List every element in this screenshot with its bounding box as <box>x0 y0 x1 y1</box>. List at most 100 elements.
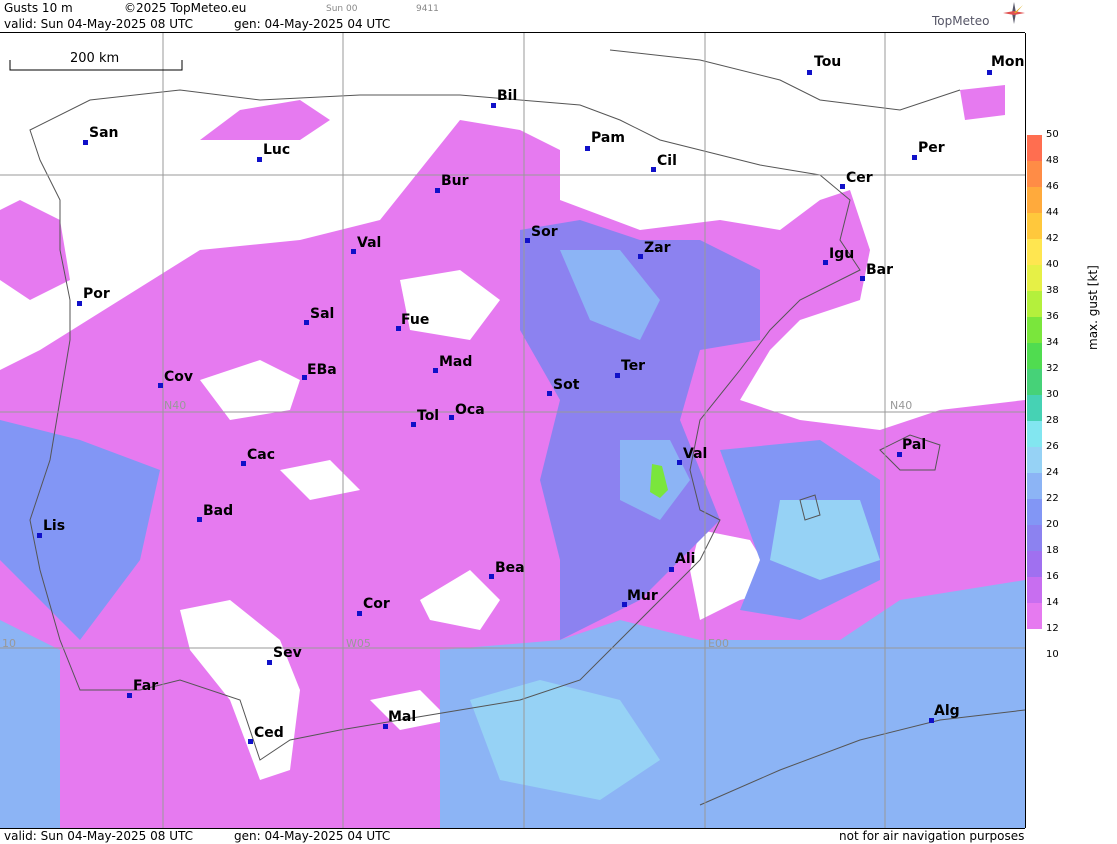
city-marker <box>241 461 246 466</box>
run-code: 9411 <box>416 4 439 14</box>
city-label: Mad <box>439 354 473 370</box>
city-marker <box>158 383 163 388</box>
city-marker <box>638 254 643 259</box>
city-marker <box>525 238 530 243</box>
city-marker <box>669 567 674 572</box>
footer-valid-time: valid: Sun 04-May-2025 08 UTC <box>4 829 193 843</box>
legend-swatch <box>1027 265 1042 291</box>
city-marker <box>651 167 656 172</box>
legend-swatch <box>1027 161 1042 187</box>
city-marker <box>83 140 88 145</box>
grid-label-e00: E00 <box>708 637 729 650</box>
footer-generation-time: gen: 04-May-2025 04 UTC <box>234 829 391 843</box>
city-marker <box>77 301 82 306</box>
legend-tick: 32 <box>1046 363 1059 374</box>
legend-tick: 30 <box>1046 389 1059 400</box>
city-label: Sev <box>273 645 302 661</box>
city-marker <box>807 70 812 75</box>
city-marker <box>840 184 845 189</box>
city-marker <box>489 574 494 579</box>
city-label: Cer <box>846 170 873 186</box>
legend-tick: 14 <box>1046 597 1059 608</box>
city-label: San <box>89 125 119 141</box>
city-marker <box>357 611 362 616</box>
city-marker <box>547 391 552 396</box>
legend-tick: 42 <box>1046 233 1059 244</box>
city-label: Val <box>683 446 708 462</box>
legend-tick: 44 <box>1046 207 1059 218</box>
map-header: Gusts 10 m ©2025 TopMeteo.eu Sun 00 9411… <box>0 0 1025 33</box>
legend-tick: 38 <box>1046 285 1059 296</box>
city-marker <box>860 276 865 281</box>
city-label: Cac <box>247 447 276 463</box>
legend-swatch <box>1027 239 1042 265</box>
grid-label-n40-right: N40 <box>890 399 913 412</box>
city-label: Por <box>83 286 110 302</box>
city-marker <box>433 368 438 373</box>
city-marker <box>127 693 132 698</box>
copyright: ©2025 TopMeteo.eu <box>124 1 247 15</box>
city-label: Zar <box>644 240 671 256</box>
legend-swatch <box>1027 577 1042 603</box>
gust-map: 200 km N40 N40 W05 E00 10 Bil Tou Mon Sa… <box>0 33 1026 828</box>
city-label: Oca <box>455 402 485 418</box>
city-label: Pam <box>591 130 625 146</box>
city-label: Luc <box>263 142 291 158</box>
city-label: Alg <box>934 703 960 719</box>
city-label: Igu <box>829 246 855 262</box>
city-label: Bur <box>441 173 469 189</box>
city-label: Tou <box>814 54 842 70</box>
legend-swatch <box>1027 187 1042 213</box>
city-label: Per <box>918 140 945 156</box>
legend-tick: 18 <box>1046 545 1059 556</box>
city-marker <box>677 460 682 465</box>
generation-time: gen: 04-May-2025 04 UTC <box>234 17 391 31</box>
legend-swatch <box>1027 603 1042 629</box>
city-label: Bad <box>203 503 234 519</box>
legend-swatch <box>1027 395 1042 421</box>
city-label: Ter <box>621 358 646 374</box>
grid-label-w05: W05 <box>346 637 371 650</box>
city-marker <box>351 249 356 254</box>
city-label: Far <box>133 678 159 694</box>
city-marker <box>987 70 992 75</box>
city-marker <box>248 739 253 744</box>
city-label: EBa <box>307 362 337 378</box>
city-label: Mon <box>991 54 1025 70</box>
city-label: Cov <box>164 369 194 385</box>
city-marker <box>37 533 42 538</box>
city-marker <box>197 517 202 522</box>
city-marker <box>411 422 416 427</box>
legend-swatch <box>1027 473 1042 499</box>
city-label: Ali <box>675 551 696 567</box>
city-marker <box>257 157 262 162</box>
city-label: Pal <box>902 437 927 453</box>
legend-tick: 12 <box>1046 623 1059 634</box>
legend-swatch <box>1027 369 1042 395</box>
product-title: Gusts 10 m <box>4 1 73 15</box>
legend-tick: 50 <box>1046 129 1059 140</box>
city-label: Bea <box>495 560 525 576</box>
city-marker <box>823 260 828 265</box>
legend-swatch <box>1027 499 1042 525</box>
legend-swatch <box>1027 291 1042 317</box>
legend-tick: 36 <box>1046 311 1059 322</box>
legend-swatch <box>1027 343 1042 369</box>
city-marker <box>615 373 620 378</box>
city-label: Cor <box>363 596 390 612</box>
grid-label-w10: 10 <box>2 637 16 650</box>
city-label: Val <box>357 235 382 251</box>
city-label: Bil <box>497 88 518 104</box>
city-marker <box>912 155 917 160</box>
legend-swatch <box>1027 525 1042 551</box>
city-label: Lis <box>43 518 66 534</box>
run-short: Sun 00 <box>326 4 358 14</box>
legend-swatch <box>1027 317 1042 343</box>
legend-tick: 46 <box>1046 181 1059 192</box>
legend-tick: 40 <box>1046 259 1059 270</box>
valid-time: valid: Sun 04-May-2025 08 UTC <box>4 17 193 31</box>
legend-tick: 34 <box>1046 337 1059 348</box>
city-label: Bar <box>866 262 894 278</box>
city-label: Mur <box>627 588 658 604</box>
city-label: Mal <box>388 709 417 725</box>
